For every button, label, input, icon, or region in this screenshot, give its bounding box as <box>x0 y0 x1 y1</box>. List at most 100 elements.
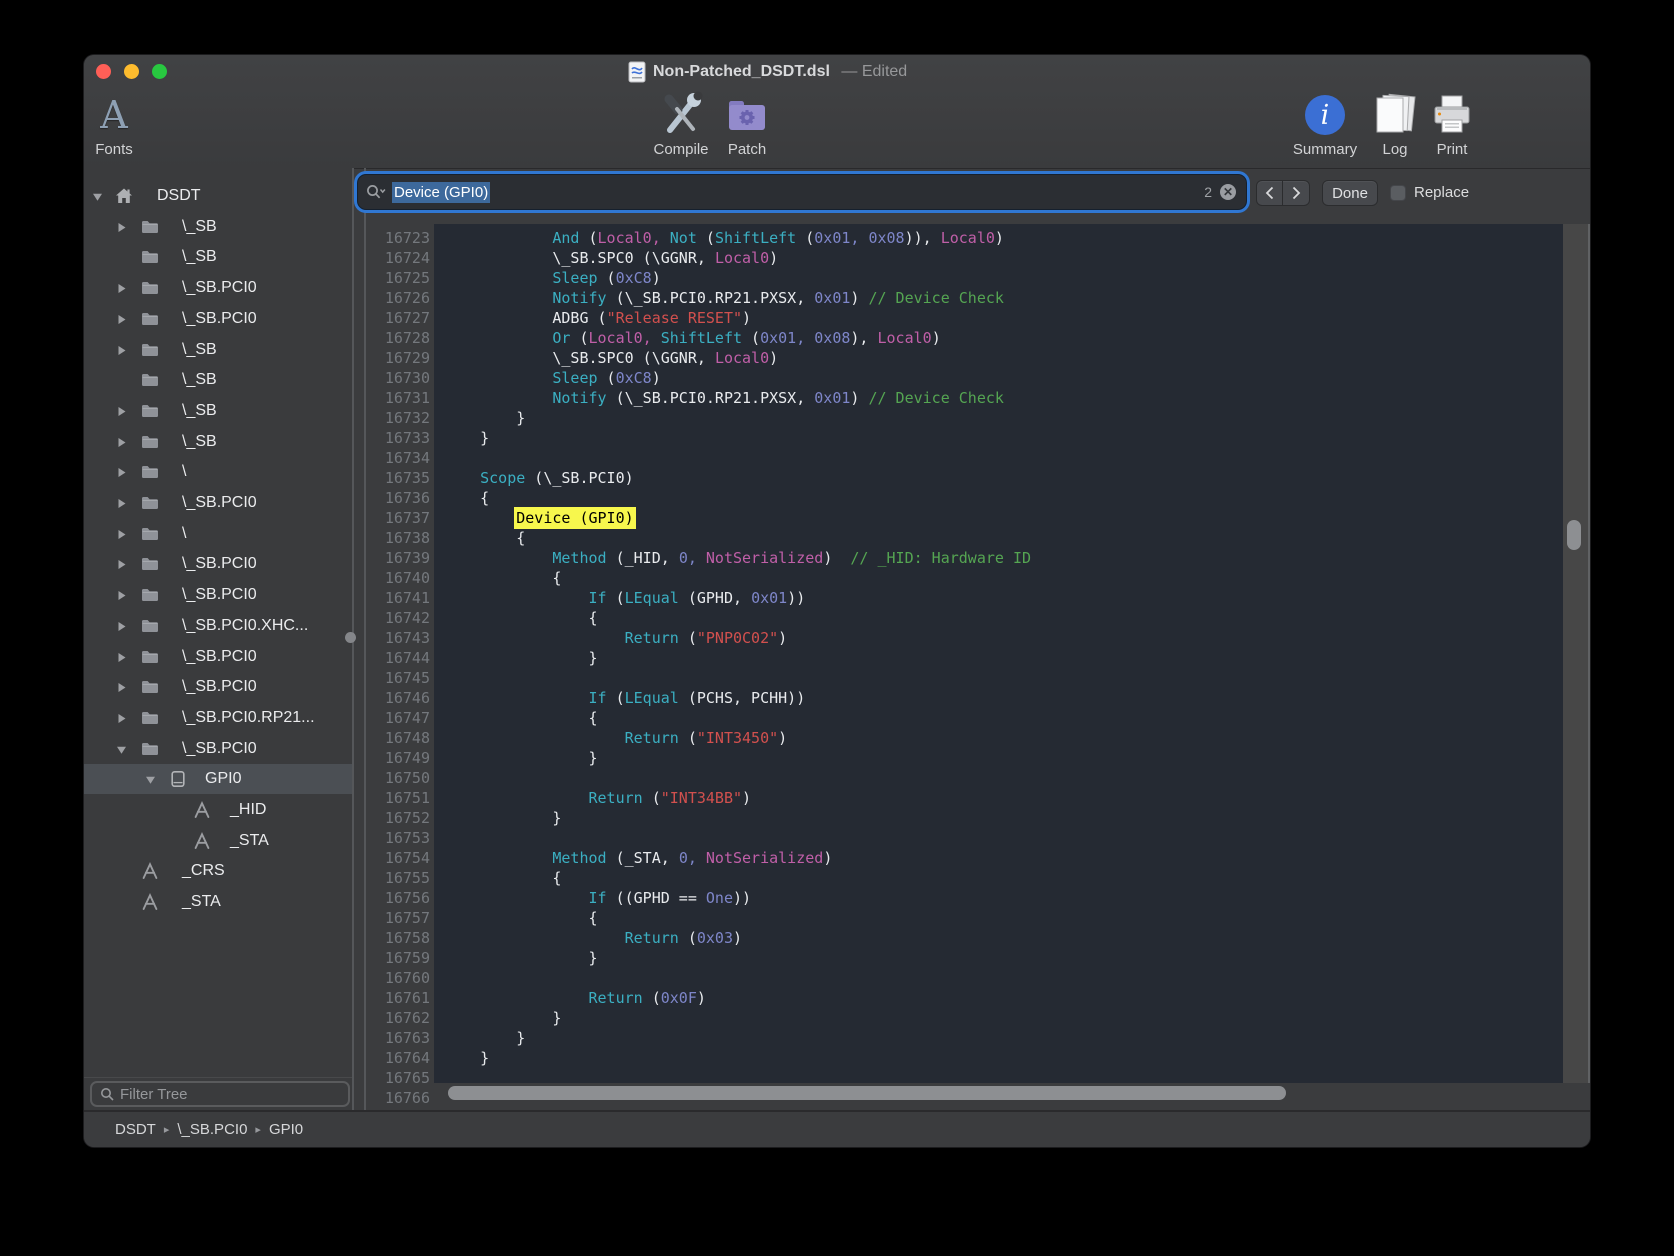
sidebar-item-label: \_SB.PCI0 <box>182 580 257 610</box>
sidebar-item-[interactable]: \ <box>84 519 352 549</box>
disclosure-closed-icon[interactable] <box>116 437 127 448</box>
breadcrumb-separator: ▸ <box>255 1123 261 1136</box>
disclosure-closed-icon[interactable] <box>116 406 127 417</box>
sidebar-item-label: \_SB.PCI0 <box>182 672 257 702</box>
status-bar: DSDT ▸ \_SB.PCI0 ▸ GPI0 <box>84 1110 1590 1147</box>
disclosure-closed-icon[interactable] <box>116 529 127 540</box>
filter-tree-input[interactable]: Filter Tree <box>90 1081 350 1107</box>
sidebar-item-[interactable]: \ <box>84 457 352 487</box>
sidebar-item-sb[interactable]: \_SB <box>84 335 352 365</box>
line-number-gutter: 16723 16724 16725 16726 16727 16728 1672… <box>366 224 434 1108</box>
sidebar-item-label: DSDT <box>157 181 201 211</box>
close-traffic-light[interactable] <box>96 64 111 79</box>
breadcrumb-device[interactable]: GPI0 <box>269 1121 303 1138</box>
sidebar-item-label: \_SB <box>182 396 217 426</box>
sidebar-item-label: \_SB.PCI0.XHC... <box>182 611 308 641</box>
disclosure-closed-icon[interactable] <box>116 652 127 663</box>
disclosure-closed-icon[interactable] <box>116 590 127 601</box>
sidebar-item-label: \_SB <box>182 212 217 242</box>
sidebar-item-sb[interactable]: \_SB <box>84 396 352 426</box>
sidebar-item-sbpci0[interactable]: \_SB.PCI0 <box>84 580 352 610</box>
horizontal-scrollbar[interactable] <box>448 1086 1286 1100</box>
sidebar-item-sta[interactable]: _STA <box>84 826 352 856</box>
sidebar-item-sb[interactable]: \_SB <box>84 242 352 272</box>
disclosure-closed-icon[interactable] <box>116 621 127 632</box>
sidebar-item-hid[interactable]: _HID <box>84 795 352 825</box>
disclosure-closed-icon[interactable] <box>116 682 127 693</box>
editor-right-strip <box>1563 224 1590 1083</box>
sidebar-item-label: _STA <box>230 826 269 856</box>
sidebar-item-dsdt[interactable]: DSDT <box>84 181 352 211</box>
vertical-scrollbar[interactable] <box>1567 520 1581 550</box>
disclosure-closed-icon[interactable] <box>116 314 127 325</box>
sidebar-item-label: \_SB <box>182 365 217 395</box>
chevron-left-icon <box>1265 186 1274 200</box>
search-menu-icon[interactable] <box>366 184 386 200</box>
sidebar-item-label: \ <box>182 457 186 487</box>
sidebar-filter-separator <box>84 1077 352 1078</box>
sidebar-item-label: _STA <box>182 887 221 917</box>
breadcrumb-scope[interactable]: \_SB.PCI0 <box>177 1121 247 1138</box>
code-editor[interactable]: And (Local0, Not (ShiftLeft (0x01, 0x08)… <box>434 224 1563 1083</box>
svg-text:i: i <box>1321 100 1330 131</box>
disclosure-closed-icon[interactable] <box>116 559 127 570</box>
replace-checkbox[interactable] <box>1390 185 1406 201</box>
disclosure-open-icon[interactable] <box>92 191 103 202</box>
toolbar-item-patch[interactable]: Patch <box>702 91 792 158</box>
device-icon <box>168 769 188 789</box>
method-icon <box>140 861 160 881</box>
sidebar-item-sbpci0[interactable]: \_SB.PCI0 <box>84 549 352 579</box>
sidebar-item-label: GPI0 <box>205 764 241 794</box>
folder-icon <box>140 708 160 728</box>
zoom-traffic-light[interactable] <box>152 64 167 79</box>
sidebar-item-gpi0[interactable]: GPI0 <box>84 764 352 794</box>
summary-icon: i <box>1304 94 1346 136</box>
sidebar-item-sta[interactable]: _STA <box>84 887 352 917</box>
breadcrumb-root[interactable]: DSDT <box>115 1121 156 1138</box>
sidebar-item-sbpci0xhc[interactable]: \_SB.PCI0.XHC... <box>84 611 352 641</box>
sidebar-item-sbpci0[interactable]: \_SB.PCI0 <box>84 734 352 764</box>
folder-icon <box>140 247 160 267</box>
sidebar-item-sb[interactable]: \_SB <box>84 365 352 395</box>
sidebar-item-sbpci0[interactable]: \_SB.PCI0 <box>84 488 352 518</box>
find-query-text: Device (GPI0) <box>392 182 490 203</box>
sidebar-item-crs[interactable]: _CRS <box>84 856 352 886</box>
folder-icon <box>140 432 160 452</box>
folder-icon <box>140 493 160 513</box>
sidebar-item-sb[interactable]: \_SB <box>84 212 352 242</box>
window-header: Non-Patched_DSDT.dsl — Edited A Fonts Co… <box>84 55 1590 169</box>
done-button[interactable]: Done <box>1322 180 1378 206</box>
method-icon <box>192 831 212 851</box>
disclosure-open-icon[interactable] <box>116 744 127 755</box>
sidebar-item-label: \_SB <box>182 242 217 272</box>
find-previous-button[interactable] <box>1256 180 1283 206</box>
disclosure-closed-icon[interactable] <box>116 345 127 356</box>
sidebar-item-sb[interactable]: \_SB <box>84 427 352 457</box>
toolbar-item-print[interactable]: Print <box>1407 91 1497 158</box>
disclosure-open-icon[interactable] <box>145 774 156 785</box>
sidebar-item-sbpci0[interactable]: \_SB.PCI0 <box>84 304 352 334</box>
fonts-icon: A <box>100 96 127 134</box>
minimize-traffic-light[interactable] <box>124 64 139 79</box>
patch-label: Patch <box>702 141 792 158</box>
sidebar-item-label: \_SB <box>182 335 217 365</box>
disclosure-closed-icon[interactable] <box>116 283 127 294</box>
sidebar-item-label: \_SB.PCI0 <box>182 488 257 518</box>
toolbar-item-fonts[interactable]: A Fonts <box>84 91 159 158</box>
find-input[interactable]: Device (GPI0) 2 ✕ <box>358 175 1246 209</box>
sidebar-item-label: \_SB.PCI0 <box>182 273 257 303</box>
clear-search-icon[interactable]: ✕ <box>1220 184 1236 200</box>
search-icon <box>100 1087 114 1101</box>
disclosure-closed-icon[interactable] <box>116 498 127 509</box>
disclosure-closed-icon[interactable] <box>116 467 127 478</box>
replace-label: Replace <box>1414 180 1469 206</box>
find-next-button[interactable] <box>1283 180 1310 206</box>
disclosure-closed-icon[interactable] <box>116 222 127 233</box>
sidebar-item-sbpci0[interactable]: \_SB.PCI0 <box>84 672 352 702</box>
sidebar-item-sbpci0rp21[interactable]: \_SB.PCI0.RP21... <box>84 703 352 733</box>
sidebar-item-sbpci0[interactable]: \_SB.PCI0 <box>84 273 352 303</box>
sidebar-item-label: \_SB.PCI0 <box>182 304 257 334</box>
disclosure-closed-icon[interactable] <box>116 713 127 724</box>
folder-icon <box>140 217 160 237</box>
sidebar-item-sbpci0[interactable]: \_SB.PCI0 <box>84 642 352 672</box>
